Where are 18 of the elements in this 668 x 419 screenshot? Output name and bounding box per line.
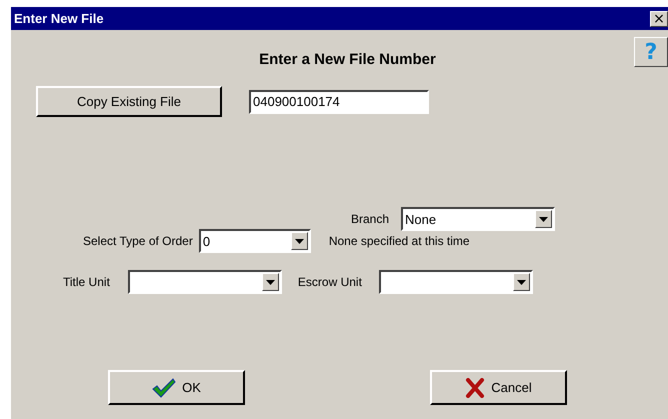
- title-unit-dropdown[interactable]: [128, 270, 282, 294]
- branch-dropdown[interactable]: None: [401, 207, 556, 231]
- branch-label: Branch: [351, 212, 390, 226]
- title-unit-label: Title Unit: [63, 275, 110, 289]
- order-type-label: Select Type of Order: [83, 234, 193, 248]
- file-number-field[interactable]: 040900100174: [249, 90, 429, 114]
- checkmark-icon: [152, 378, 176, 398]
- dialog-heading: Enter a New File Number: [259, 51, 436, 70]
- close-button[interactable]: ×: [650, 10, 668, 26]
- escrow-unit-label: Escrow Unit: [298, 275, 362, 289]
- order-type-dropdown[interactable]: 0: [198, 229, 311, 253]
- copy-existing-file-button[interactable]: Copy Existing File: [36, 86, 222, 117]
- escrow-unit-dropdown[interactable]: [378, 270, 533, 294]
- ok-button[interactable]: OK: [108, 370, 245, 405]
- cross-icon: [465, 378, 486, 398]
- order-type-description: None specified at this time: [328, 234, 470, 248]
- window-title: Enter New File: [14, 11, 104, 26]
- cancel-button[interactable]: Cancel: [430, 370, 567, 405]
